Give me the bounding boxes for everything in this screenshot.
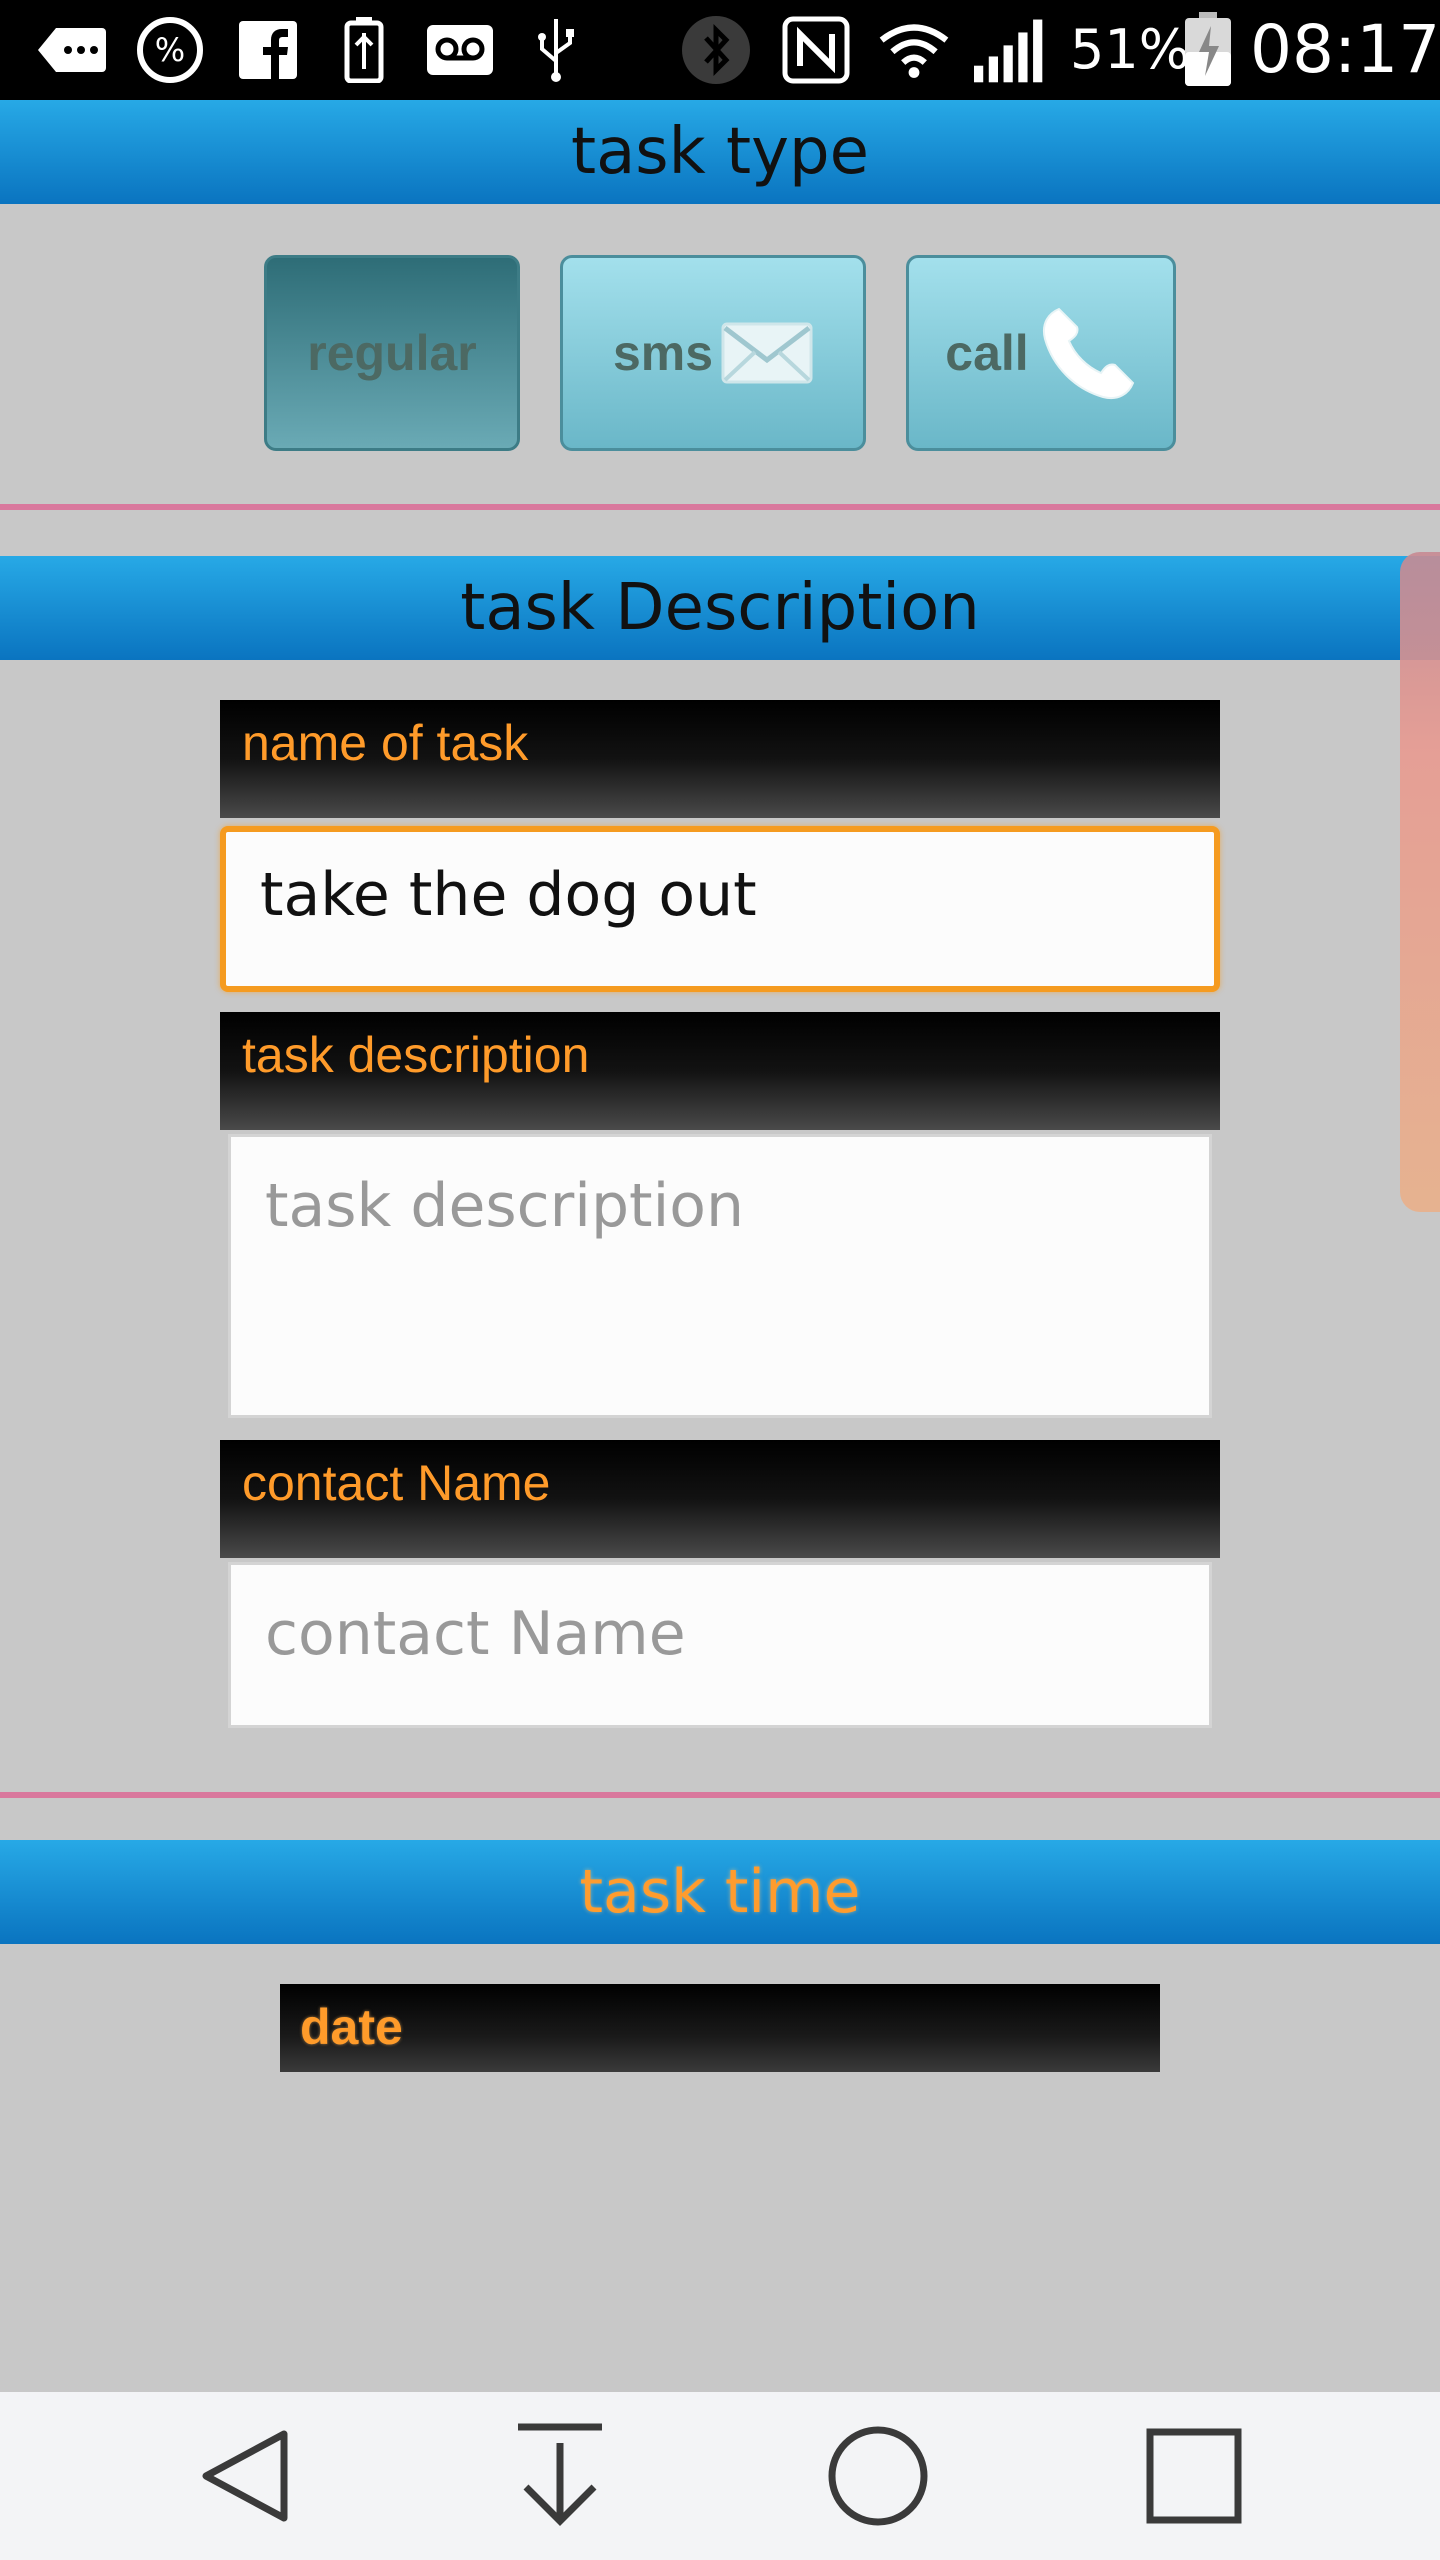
facebook-icon — [232, 14, 304, 86]
section-divider — [0, 504, 1440, 510]
more-icon — [36, 14, 108, 86]
wifi-icon — [878, 14, 950, 86]
task-name-value: take the dog out — [260, 860, 757, 930]
svg-text:%: % — [155, 31, 185, 69]
bluetooth-icon — [680, 14, 752, 86]
envelope-icon — [721, 322, 813, 384]
usb-battery-icon — [328, 14, 400, 86]
section-divider — [0, 1792, 1440, 1798]
recents-icon[interactable] — [1134, 2416, 1254, 2536]
nfc-icon — [780, 14, 852, 86]
name-of-task-label: name of task — [220, 700, 1220, 818]
clock: 08:17 — [1250, 11, 1440, 88]
task-name-input[interactable]: take the dog out — [220, 826, 1220, 992]
contact-name-label: contact Name — [220, 1440, 1220, 1558]
status-bar: % 51% 08:17 — [0, 0, 1440, 100]
navigation-bar — [0, 2392, 1440, 2560]
task-description-placeholder: task description — [265, 1171, 744, 1241]
task-type-header: task type — [0, 100, 1440, 204]
sms-button-label: sms — [612, 325, 714, 381]
contact-name-placeholder: contact Name — [265, 1599, 686, 1669]
percent-icon: % — [134, 14, 206, 86]
signal-icon — [974, 14, 1046, 86]
home-icon[interactable] — [818, 2416, 938, 2536]
call-button-label: call — [945, 325, 1029, 381]
back-icon[interactable] — [186, 2416, 306, 2536]
contact-name-input[interactable]: contact Name — [228, 1562, 1212, 1728]
usb-icon — [520, 14, 592, 86]
task-time-header: task time — [0, 1840, 1440, 1944]
download-icon[interactable] — [500, 2416, 620, 2536]
task-description-input[interactable]: task description — [228, 1134, 1212, 1418]
scrollbar[interactable] — [1400, 552, 1440, 1212]
sms-button[interactable]: sms — [560, 255, 866, 451]
battery-charging-icon — [1172, 12, 1244, 86]
task-description-header: task Description — [0, 556, 1440, 660]
phone-icon — [1037, 303, 1137, 403]
date-label: date — [280, 1984, 1160, 2072]
task-description-label: task description — [220, 1012, 1220, 1130]
voicemail-icon — [424, 14, 496, 86]
call-button[interactable]: call — [906, 255, 1176, 451]
regular-button-label: regular — [307, 325, 477, 381]
regular-button[interactable]: regular — [264, 255, 520, 451]
